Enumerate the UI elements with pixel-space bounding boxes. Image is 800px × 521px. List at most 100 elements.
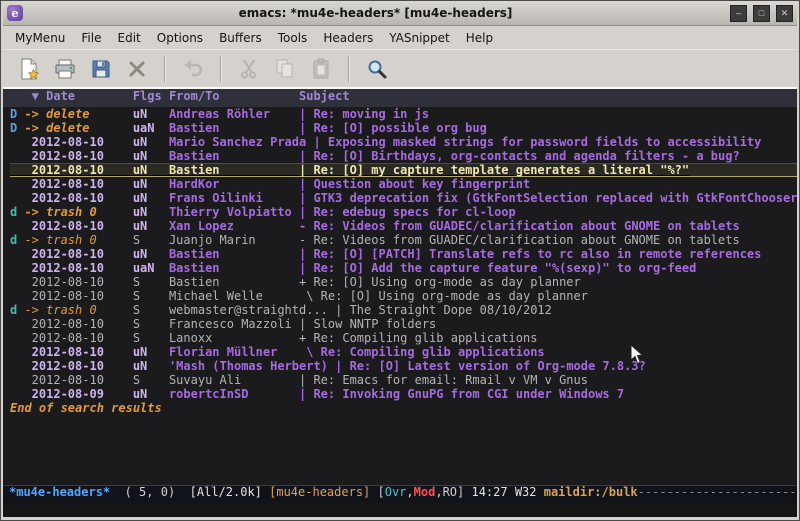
date-cell: 2012-08-10: [24, 359, 132, 373]
from-cell: Bastien: [169, 247, 299, 261]
modeline-segment: Ovr: [385, 485, 407, 499]
message-row[interactable]: 2012-08-10 uaN Bastien | Re: [O] Add the…: [10, 261, 797, 275]
message-row[interactable]: d -> trash 0 S webmaster@straightd... | …: [10, 303, 797, 317]
close-button[interactable]: [119, 53, 155, 85]
from-cell: Bastien: [169, 149, 299, 163]
mark-cell: [10, 191, 24, 205]
date-cell: 2012-08-10: [24, 373, 132, 387]
new-file-icon: [17, 57, 41, 81]
search-button[interactable]: [359, 53, 395, 85]
subject-cell: | Re: edebug specs for cl-loop: [299, 205, 516, 219]
flags-cell: uN: [133, 135, 169, 149]
mode-line[interactable]: *mu4e-headers* ( 5, 0) [All/2.0k] [mu4e-…: [3, 485, 797, 502]
copy-button[interactable]: [267, 53, 303, 85]
header-col-date[interactable]: ▼ Date: [10, 89, 133, 103]
from-cell: Andreas Röhler: [169, 107, 299, 121]
menu-item-tools[interactable]: Tools: [270, 28, 316, 48]
message-row[interactable]: 2012-08-10 uN 'Mash (Thomas Herbert) | R…: [10, 359, 797, 373]
from-cell: Francesco Mazzoli: [169, 317, 299, 331]
menu-item-headers[interactable]: Headers: [315, 28, 381, 48]
date-cell: 2012-08-10: [24, 135, 132, 149]
print-button[interactable]: [47, 53, 83, 85]
from-cell: Mario Sanchez Prada: [169, 135, 314, 149]
message-row[interactable]: d -> trash 0 uN Thierry Volpiatto | Re: …: [10, 205, 797, 219]
subject-cell: | Exposing masked strings for password f…: [313, 135, 761, 149]
message-row[interactable]: 2012-08-10 S Suvayu Ali | Re: Emacs for …: [10, 373, 797, 387]
menu-item-mymenu[interactable]: MyMenu: [7, 28, 73, 48]
subject-cell: | Re: [O] Latest version of Org-mode 7.8…: [335, 359, 646, 373]
minimize-button[interactable]: –: [730, 5, 747, 22]
paste-button[interactable]: [303, 53, 339, 85]
menu-item-file[interactable]: File: [73, 28, 109, 48]
menu-item-buffers[interactable]: Buffers: [211, 28, 270, 48]
message-row[interactable]: 2012-08-10 S Lanoxx + Re: Compiling glib…: [10, 331, 797, 345]
titlebar[interactable]: e emacs: *mu4e-headers* [mu4e-headers] –…: [3, 1, 797, 26]
from-cell: Xan Lopez: [169, 219, 299, 233]
from-cell: webmaster@straightd...: [169, 303, 335, 317]
from-cell: HardKor: [169, 177, 299, 191]
from-cell: Thierry Volpiatto: [169, 205, 299, 219]
message-row[interactable]: 2012-08-09 uN robertcInSD | Re: Invoking…: [10, 387, 797, 401]
menu-item-yasnippet[interactable]: YASnippet: [381, 28, 458, 48]
message-row[interactable]: 2012-08-10 uN HardKor | Question about k…: [10, 177, 797, 191]
header-col-from[interactable]: From/To: [169, 89, 299, 103]
cut-button[interactable]: [231, 53, 267, 85]
subject-cell: \ Re: Compiling glib applications: [299, 345, 545, 359]
modeline-segment: [All/2.0k]: [190, 485, 269, 499]
message-row[interactable]: D -> delete uaN Bastien | Re: [O] possib…: [10, 121, 797, 135]
header-col-flags[interactable]: Flgs: [133, 89, 169, 103]
message-row[interactable]: 2012-08-10 uN Florian Müllner \ Re: Comp…: [10, 345, 797, 359]
date-cell: 2012-08-10: [24, 247, 132, 261]
message-row[interactable]: 2012-08-10 uN Bastien | Re: [O] my captu…: [10, 163, 797, 177]
from-cell: Juanjo Marin: [169, 233, 299, 247]
subject-cell: | Re: Invoking GnuPG from CGI under Wind…: [299, 387, 624, 401]
message-row[interactable]: 2012-08-10 S Michael Welle \ Re: [O] Usi…: [10, 289, 797, 303]
close-button[interactable]: ✕: [776, 5, 793, 22]
undo-icon: [181, 57, 205, 81]
header-col-subject[interactable]: Subject: [299, 89, 350, 103]
mark-cell: [10, 149, 24, 163]
message-row[interactable]: 2012-08-10 uN Mario Sanchez Prada | Expo…: [10, 135, 797, 149]
menu-item-help[interactable]: Help: [458, 28, 501, 48]
flags-cell: S: [133, 275, 169, 289]
modeline-segment: [mu4e-headers]: [269, 485, 377, 499]
message-row[interactable]: 2012-08-10 uN Frans Oilinki | GTK3 depre…: [10, 191, 797, 205]
subject-cell: | Re: [O] Add the capture feature "%(sex…: [299, 261, 696, 275]
message-row[interactable]: 2012-08-10 uN Bastien | Re: [O] [PATCH] …: [10, 247, 797, 261]
date-cell: 2012-08-10: [24, 345, 132, 359]
mark-cell: [10, 345, 24, 359]
maximize-button[interactable]: □: [753, 5, 770, 22]
mark-cell: d: [10, 303, 24, 317]
mark-cell: [10, 373, 24, 387]
from-cell: Lanoxx: [169, 331, 299, 345]
message-row[interactable]: D -> delete uN Andreas Röhler | Re: movi…: [10, 107, 797, 121]
subject-cell: | Re: [O] [PATCH] Translate refs to rc a…: [299, 247, 761, 261]
subject-cell: | GTK3 deprecation fix (GtkFontSelection…: [299, 191, 797, 205]
flags-cell: uN: [133, 191, 169, 205]
message-row[interactable]: 2012-08-10 S Francesco Mazzoli | Slow NN…: [10, 317, 797, 331]
new-file-button[interactable]: [11, 53, 47, 85]
mark-cell: [10, 135, 24, 149]
message-row[interactable]: 2012-08-10 uN Bastien | Re: [O] Birthday…: [10, 149, 797, 163]
flags-cell: S: [133, 289, 169, 303]
menu-item-edit[interactable]: Edit: [110, 28, 149, 48]
cut-icon: [237, 57, 261, 81]
menu-item-options[interactable]: Options: [149, 28, 211, 48]
flags-cell: S: [133, 233, 169, 247]
mark-cell: [10, 317, 24, 331]
emacs-frame: ▼ Date Flgs From/To Subject D -> delete …: [3, 87, 797, 517]
subject-cell: | Slow NNTP folders: [299, 317, 436, 331]
date-cell: 2012-08-10: [24, 317, 132, 331]
toolbar: [3, 49, 797, 87]
mark-cell: [10, 247, 24, 261]
message-row[interactable]: d -> trash 0 S Juanjo Marin - Re: Videos…: [10, 233, 797, 247]
undo-button[interactable]: [175, 53, 211, 85]
header-line[interactable]: ▼ Date Flgs From/To Subject: [3, 89, 797, 107]
date-cell: 2012-08-10: [24, 163, 132, 177]
date-cell: 2012-08-10: [24, 261, 132, 275]
echo-area[interactable]: [3, 502, 797, 517]
save-button[interactable]: [83, 53, 119, 85]
message-row[interactable]: 2012-08-10 S Bastien + Re: [O] Using org…: [10, 275, 797, 289]
date-cell: 2012-08-10: [24, 289, 132, 303]
message-row[interactable]: 2012-08-10 uN Xan Lopez - Re: Videos fro…: [10, 219, 797, 233]
